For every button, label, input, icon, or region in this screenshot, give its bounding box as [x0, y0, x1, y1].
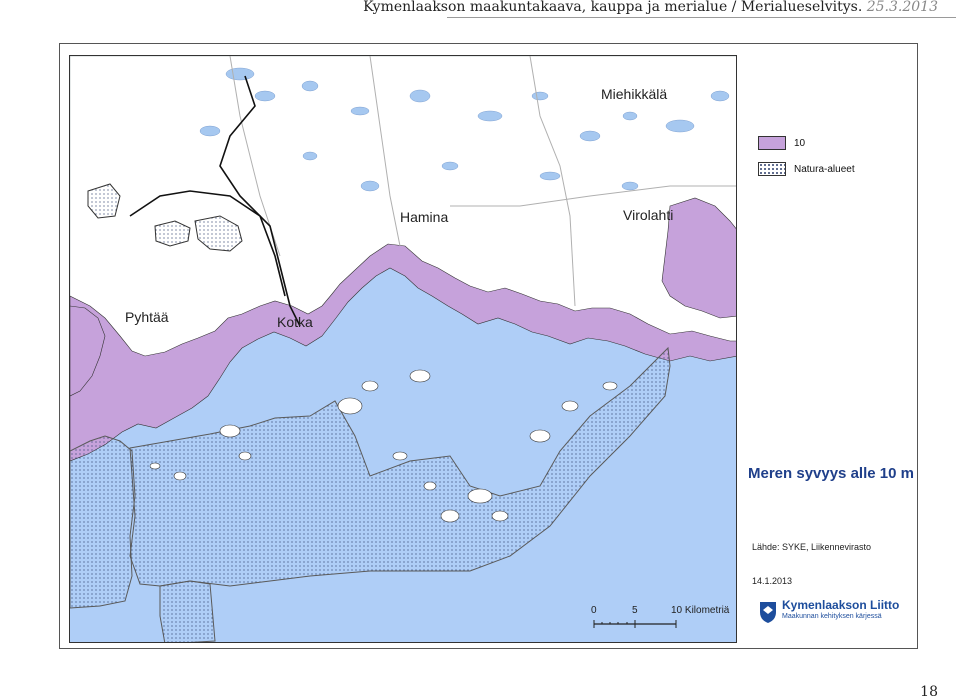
natura-area-south [159, 580, 216, 642]
scale-tick-10: 10 Kilometriä [671, 605, 730, 616]
logo-name: Kymenlaakson Liitto [782, 598, 900, 612]
document-date: 25.3.2013 [866, 0, 938, 15]
shield-icon [760, 602, 776, 623]
place-label-virolahti: Virolahti [623, 207, 674, 223]
source-label: Lähde: [752, 542, 780, 552]
map-area: Miehikkälä Hamina Virolahti Pyhtää Kotka [69, 55, 737, 643]
natura-area-west [70, 435, 136, 609]
scale-tick-0: 0 [591, 605, 597, 616]
logo-subtitle: Maakunnan kehityksen kärjessä [782, 613, 882, 620]
source-date: 14.1.2013 [752, 576, 793, 586]
document-title: Kymenlaakson maakuntakaava, kauppa ja me… [363, 0, 863, 15]
legend-swatch-natura [758, 162, 786, 176]
source-value: SYKE, Liikennevirasto [782, 542, 872, 552]
page-number: 18 [920, 684, 938, 700]
place-label-kotka: Kotka [277, 314, 313, 330]
map-canvas [70, 56, 736, 642]
organization-logo: Kymenlaakson Liitto Maakunnan kehityksen… [758, 598, 900, 628]
place-label-miehikkala: Miehikkälä [601, 86, 668, 102]
legend-label-shallow: 10 [794, 138, 806, 149]
header-rule [447, 17, 956, 18]
page-header: Kymenlaakson maakuntakaava, kauppa ja me… [0, 0, 960, 18]
legend-swatch-shallow [758, 136, 786, 150]
place-label-pyhtaa: Pyhtää [125, 309, 169, 325]
legend-label-natura: Natura-alueet [794, 164, 855, 175]
map-title: Meren syvyys alle 10 m [748, 465, 914, 482]
scale-tick-5: 5 [632, 605, 638, 616]
place-label-hamina: Hamina [400, 209, 449, 225]
scale-bar-graphic [593, 620, 677, 628]
